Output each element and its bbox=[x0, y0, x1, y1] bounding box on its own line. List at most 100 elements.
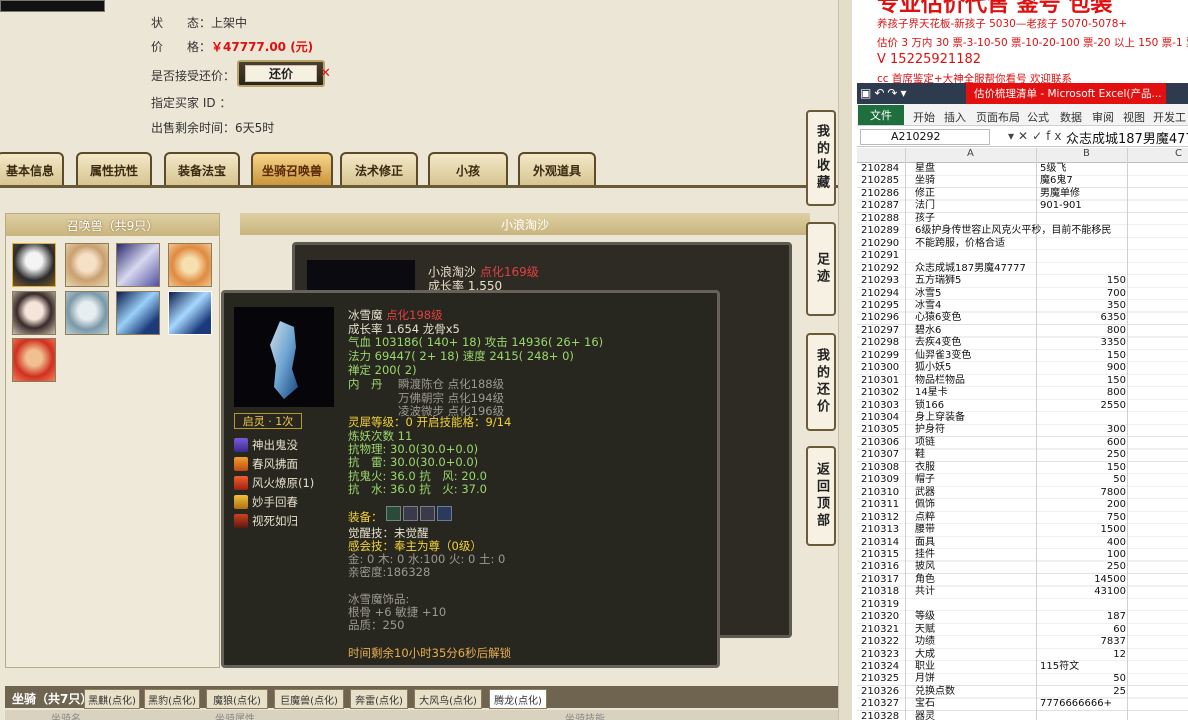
cell-a[interactable]: 月饼 bbox=[915, 673, 935, 685]
sheet-row[interactable]: 210302 14星卡 800 bbox=[861, 387, 1188, 399]
cell-b[interactable]: 50 bbox=[1040, 673, 1126, 685]
row-number[interactable]: 210301 bbox=[861, 375, 909, 387]
row-number[interactable]: 210308 bbox=[861, 462, 909, 474]
sheet-row[interactable]: 210314 面具 400 bbox=[861, 537, 1188, 549]
ribbon-tab-view[interactable]: 视图 bbox=[1123, 109, 1145, 125]
row-number[interactable]: 210286 bbox=[861, 188, 909, 200]
row-number[interactable]: 210313 bbox=[861, 524, 909, 536]
counter-offer-button[interactable]: 还价 bbox=[237, 60, 325, 87]
cell-b[interactable]: 700 bbox=[1040, 288, 1126, 300]
summon-slot-3[interactable] bbox=[116, 243, 160, 287]
mount-tab-3[interactable]: 魔狼(点化) bbox=[206, 689, 268, 709]
formula-value[interactable]: 众志成城187男魔47777 bbox=[1066, 128, 1188, 147]
sheet-row[interactable]: 210306 项链 600 bbox=[861, 437, 1188, 449]
sheet-row[interactable]: 210293 五方瑞狮5 150 bbox=[861, 275, 1188, 287]
row-number[interactable]: 210292 bbox=[861, 263, 909, 275]
sheet-row[interactable]: 210321 天赋 60 bbox=[861, 624, 1188, 636]
row-number[interactable]: 210284 bbox=[861, 163, 909, 175]
cell-a[interactable]: 狐小妖5 bbox=[915, 362, 951, 374]
cell-b[interactable]: 25 bbox=[1040, 686, 1126, 698]
sheet-row[interactable]: 210304 身上穿装备 bbox=[861, 412, 1188, 424]
cell-a[interactable]: 坐骑 bbox=[915, 175, 935, 187]
cell-a[interactable]: 点粹 bbox=[915, 512, 935, 524]
tab-children[interactable]: 小孩 bbox=[428, 152, 508, 186]
back-to-top-button[interactable]: 返回顶部 bbox=[806, 446, 836, 546]
cell-a[interactable]: 6级护身传世容止风克火平秒，目前不能移民 bbox=[915, 225, 1111, 237]
row-number[interactable]: 210319 bbox=[861, 599, 909, 611]
row-number[interactable]: 210291 bbox=[861, 250, 909, 262]
cell-b[interactable]: 800 bbox=[1040, 325, 1126, 337]
cell-a[interactable]: 去疾4变色 bbox=[915, 337, 961, 349]
sheet-row[interactable]: 210315 挂件 100 bbox=[861, 549, 1188, 561]
cell-a[interactable]: 挂件 bbox=[915, 549, 935, 561]
row-number[interactable]: 210289 bbox=[861, 225, 909, 237]
row-number[interactable]: 210324 bbox=[861, 661, 909, 673]
cell-b[interactable]: 250 bbox=[1040, 449, 1126, 461]
tab-mount-summons[interactable]: 坐骑召唤兽 bbox=[251, 152, 333, 186]
formula-buttons-icon[interactable]: ▾✕✓fx bbox=[1008, 129, 1065, 143]
cell-a[interactable]: 帽子 bbox=[915, 474, 935, 486]
cell-b[interactable]: 800 bbox=[1040, 387, 1126, 399]
column-a-header[interactable]: A bbox=[967, 148, 974, 159]
sheet-row[interactable]: 210294 冰雪5 700 bbox=[861, 288, 1188, 300]
summon-slot-8[interactable] bbox=[168, 291, 212, 335]
sheet-row[interactable]: 210325 月饼 50 bbox=[861, 673, 1188, 685]
row-number[interactable]: 210322 bbox=[861, 636, 909, 648]
row-number[interactable]: 210312 bbox=[861, 512, 909, 524]
cell-b[interactable]: 300 bbox=[1040, 424, 1126, 436]
row-number[interactable]: 210325 bbox=[861, 673, 909, 685]
row-number[interactable]: 210318 bbox=[861, 586, 909, 598]
cell-b[interactable]: 5级飞 bbox=[1040, 163, 1126, 175]
row-number[interactable]: 210288 bbox=[861, 213, 909, 225]
row-number[interactable]: 210306 bbox=[861, 437, 909, 449]
cell-a[interactable]: 法门 bbox=[915, 200, 935, 212]
cell-b[interactable]: 男魔单修 bbox=[1040, 188, 1126, 200]
cell-b[interactable]: 60 bbox=[1040, 624, 1126, 636]
summon-slot-9[interactable] bbox=[12, 338, 56, 382]
sheet-row[interactable]: 210313 腰带 1500 bbox=[861, 524, 1188, 536]
cell-b[interactable]: 900 bbox=[1040, 362, 1126, 374]
tab-spell-correction[interactable]: 法术修正 bbox=[340, 152, 418, 186]
summon-slot-4[interactable] bbox=[168, 243, 212, 287]
column-b-header[interactable]: B bbox=[1083, 148, 1090, 159]
summon-slot-2[interactable] bbox=[65, 243, 109, 287]
cell-a[interactable]: 护身符 bbox=[915, 424, 945, 436]
cell-a[interactable]: 职业 bbox=[915, 661, 935, 673]
row-number[interactable]: 210309 bbox=[861, 474, 909, 486]
ribbon-tab-insert[interactable]: 插入 bbox=[944, 109, 966, 125]
quick-access-toolbar[interactable]: ▣↶↷▾ bbox=[860, 86, 909, 100]
cell-b[interactable]: 2550 bbox=[1040, 400, 1126, 412]
ribbon-tab-home[interactable]: 开始 bbox=[913, 109, 935, 125]
sheet-row[interactable]: 210285 坐骑 魔6鬼7 bbox=[861, 175, 1188, 187]
cell-a[interactable]: 腰带 bbox=[915, 524, 935, 536]
equip-slot-icon[interactable] bbox=[386, 506, 401, 521]
row-number[interactable]: 210298 bbox=[861, 337, 909, 349]
mount-tab-4[interactable]: 巨魔兽(点化) bbox=[274, 689, 344, 709]
cell-a[interactable]: 器灵 bbox=[915, 711, 935, 720]
cell-a[interactable]: 天赋 bbox=[915, 624, 935, 636]
cell-b[interactable]: 100 bbox=[1040, 549, 1126, 561]
sheet-row[interactable]: 210309 帽子 50 bbox=[861, 474, 1188, 486]
sheet-row[interactable]: 210303 锁166 2550 bbox=[861, 400, 1188, 412]
cell-b[interactable]: 7800 bbox=[1040, 487, 1126, 499]
column-c-header[interactable]: C bbox=[1175, 148, 1182, 159]
equip-slot-icon[interactable] bbox=[437, 506, 452, 521]
row-number[interactable]: 210323 bbox=[861, 649, 909, 661]
sheet-row[interactable]: 210284 星盘 5级飞 bbox=[861, 163, 1188, 175]
sheet-row[interactable]: 210295 冰雪4 350 bbox=[861, 300, 1188, 312]
sheet-row[interactable]: 210323 大成 12 bbox=[861, 649, 1188, 661]
sheet-row[interactable]: 210324 职业 115符文 bbox=[861, 661, 1188, 673]
cell-a[interactable]: 角色 bbox=[915, 574, 935, 586]
summon-slot-5[interactable] bbox=[12, 291, 56, 335]
cell-a[interactable]: 冰雪5 bbox=[915, 288, 941, 300]
row-number[interactable]: 210320 bbox=[861, 611, 909, 623]
cell-a[interactable]: 兑换点数 bbox=[915, 686, 955, 698]
row-number[interactable]: 210300 bbox=[861, 362, 909, 374]
row-number[interactable]: 210296 bbox=[861, 312, 909, 324]
cell-a[interactable]: 等级 bbox=[915, 611, 935, 623]
sheet-row[interactable]: 210296 心猿6变色 6350 bbox=[861, 312, 1188, 324]
cell-a[interactable]: 孩子 bbox=[915, 213, 935, 225]
row-number[interactable]: 210299 bbox=[861, 350, 909, 362]
sheet-row[interactable]: 210288 孩子 bbox=[861, 213, 1188, 225]
cell-a[interactable]: 不能跨服，价格合适 bbox=[915, 238, 1005, 250]
